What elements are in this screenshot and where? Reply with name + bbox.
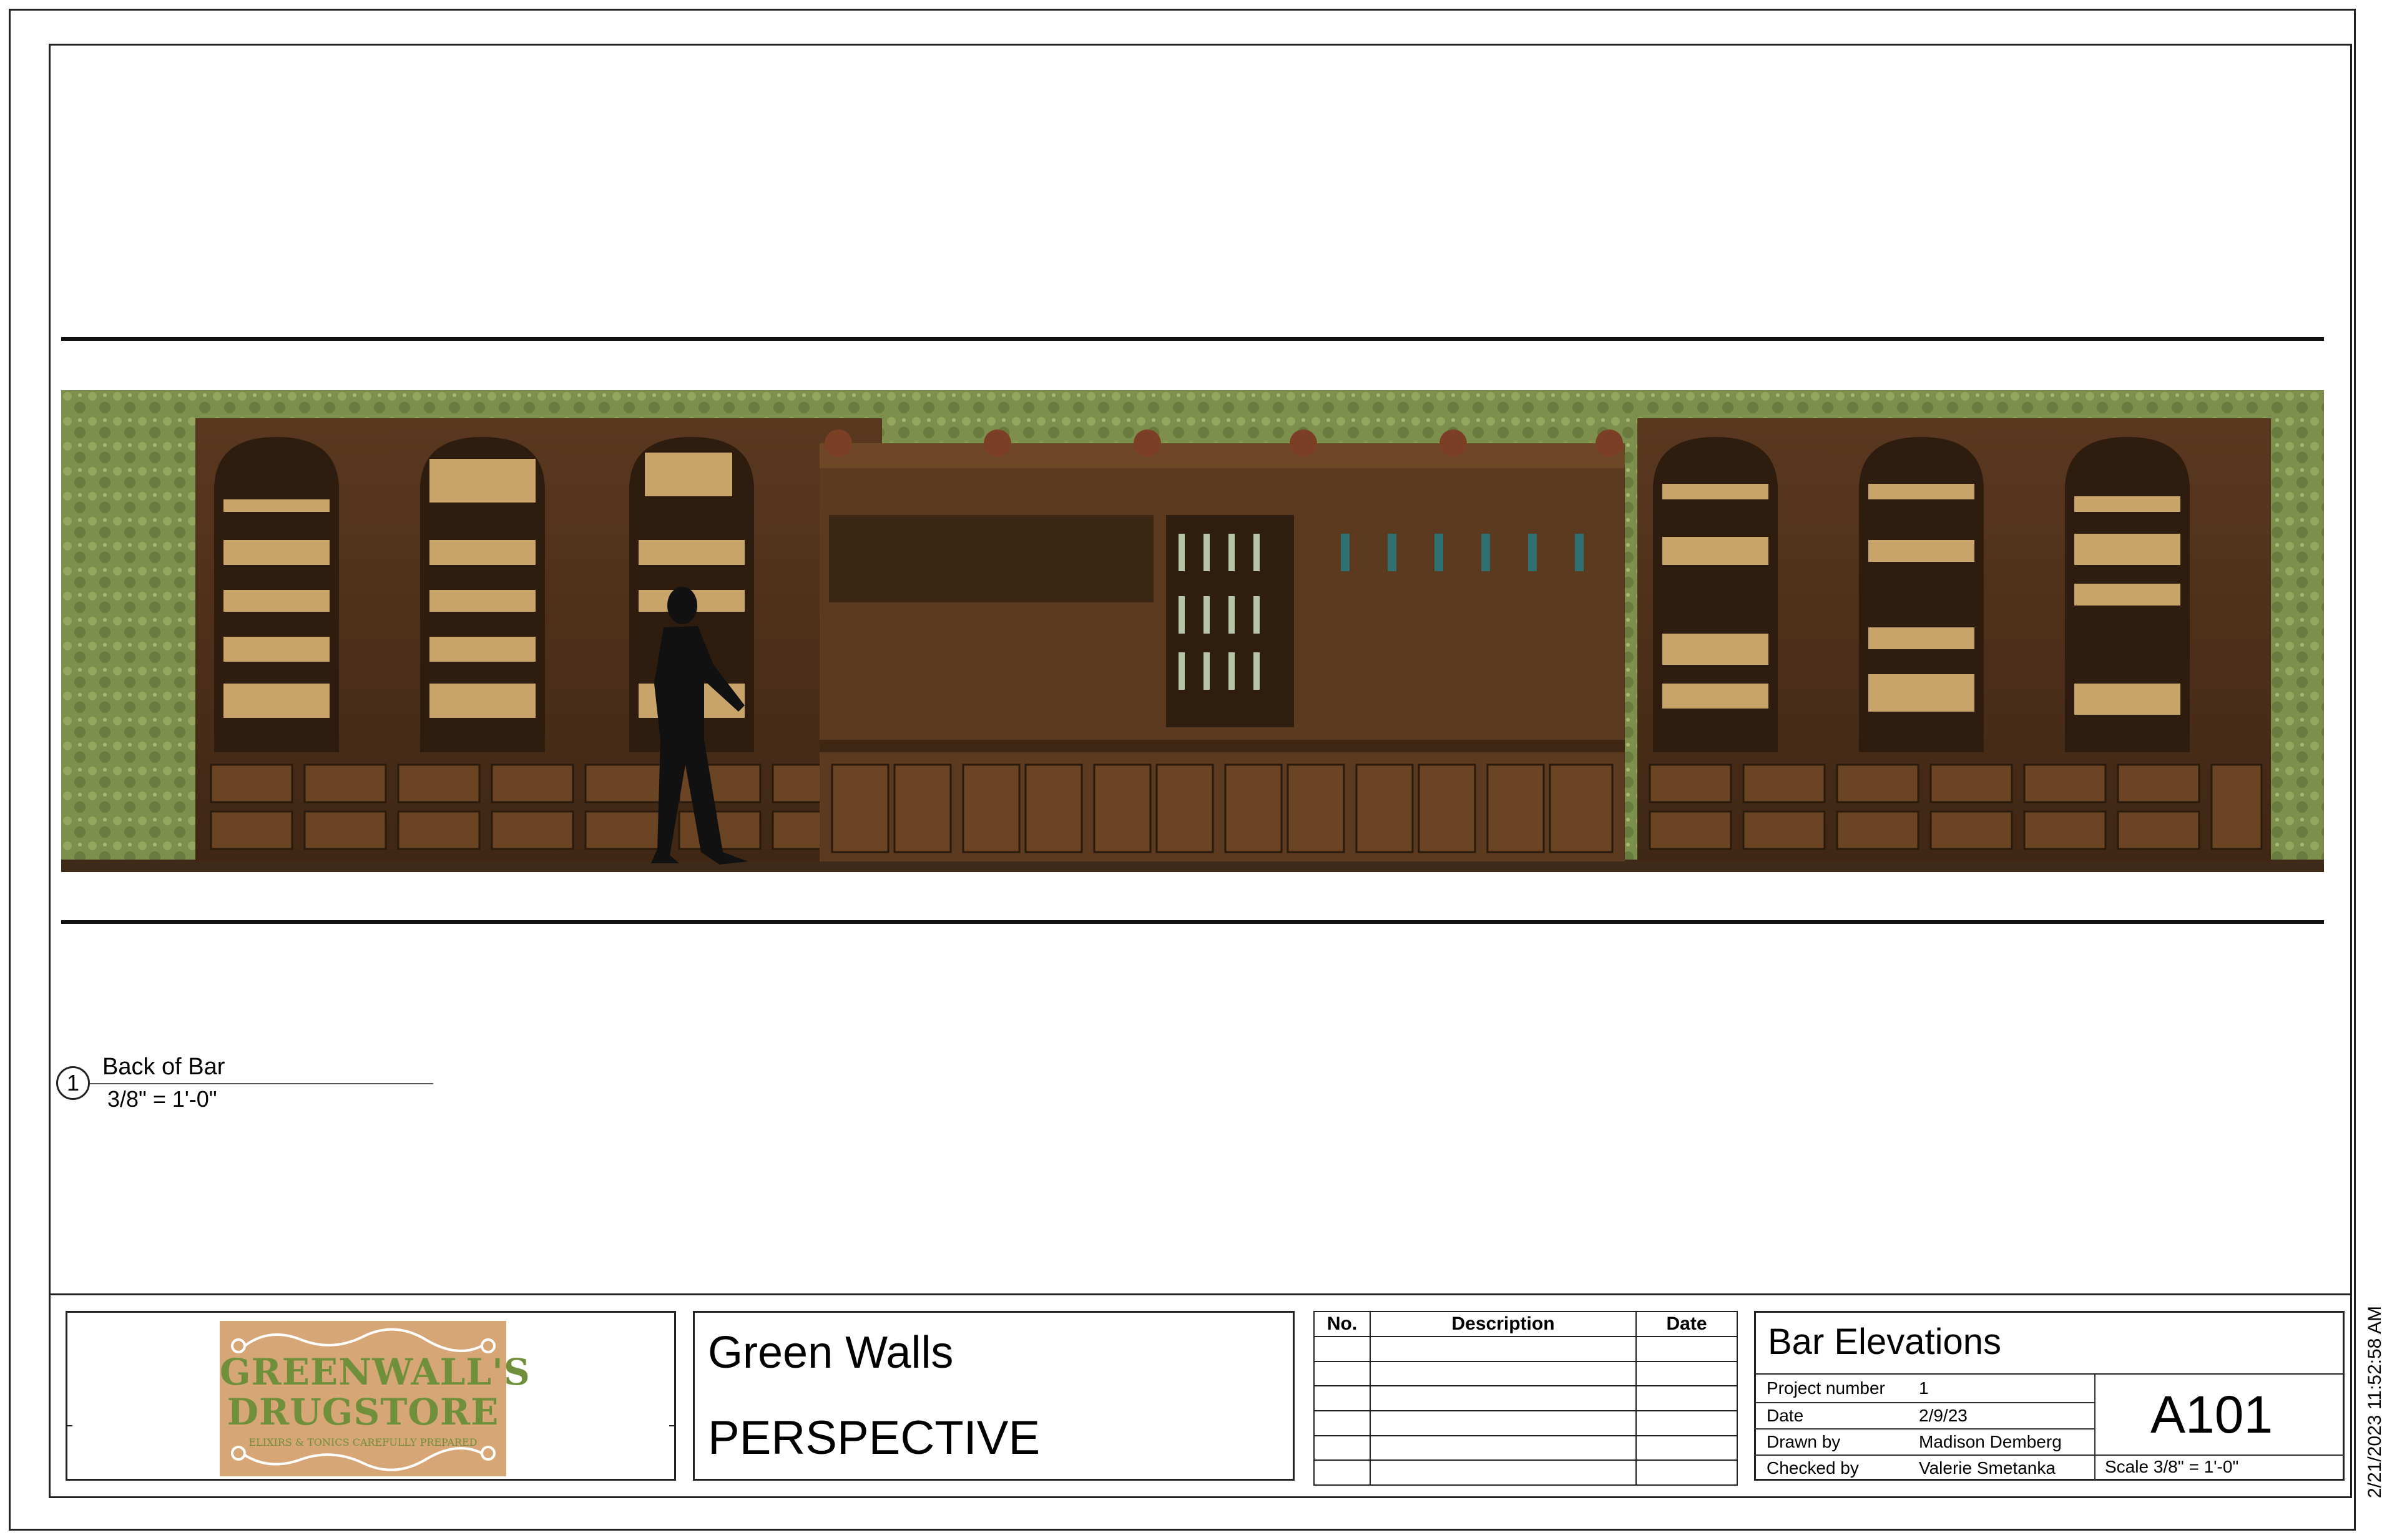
revision-table: No. Description Date — [1313, 1311, 1738, 1486]
project-number-label: Project number — [1767, 1378, 1885, 1398]
callout-number-circle: 1 — [56, 1066, 90, 1100]
table-row — [1313, 1410, 1738, 1436]
project-number-value: 1 — [1919, 1378, 1929, 1398]
sheet-scale: Scale 3/8" = 1'-0" — [2105, 1457, 2239, 1476]
rev-header-description: Description — [1370, 1311, 1637, 1337]
logo-line1: GREENWALL'S — [220, 1351, 531, 1393]
elevation-bottom-rule — [61, 920, 2324, 924]
drawn-by-value: Madison Demberg — [1919, 1432, 2062, 1451]
table-row — [1313, 1360, 1738, 1387]
callout-title: Back of Bar — [102, 1054, 225, 1080]
drawn-by-label: Drawn by — [1767, 1432, 1841, 1451]
rev-header-date: Date — [1635, 1311, 1738, 1337]
table-row — [1313, 1336, 1738, 1362]
sheet-number-divider — [2094, 1375, 2096, 1481]
bar-elevation-svg — [61, 390, 2324, 872]
greenwalls-drugstore-logo: GREENWALL'S DRUGSTORE ELIXIRS & TONICS C… — [220, 1321, 531, 1476]
rev-header-no: No. — [1313, 1311, 1371, 1337]
view-name: PERSPECTIVE — [708, 1411, 1041, 1464]
info-row-divider — [1754, 1428, 2095, 1430]
info-row-divider — [1754, 1454, 2345, 1456]
project-name: Green Walls — [708, 1328, 954, 1378]
sheet-title-divider — [1754, 1373, 2345, 1375]
date-value: 2/9/23 — [1919, 1406, 1968, 1425]
title-block-border — [49, 1293, 2352, 1295]
table-row — [1313, 1435, 1738, 1461]
logo-line2: DRUGSTORE — [227, 1391, 499, 1433]
center-back-bar — [820, 429, 1625, 861]
checked-by-value: Valerie Smetanka — [1919, 1458, 2056, 1478]
sheet-number: A101 — [2150, 1385, 2273, 1444]
table-row — [1313, 1459, 1738, 1486]
table-row — [1313, 1385, 1738, 1411]
logo-tagline: ELIXIRS & TONICS CAREFULLY PREPARED — [248, 1436, 478, 1448]
info-row-divider — [1754, 1402, 2095, 1403]
callout-underline — [90, 1083, 433, 1084]
elevation-top-rule — [61, 337, 2324, 341]
print-timestamp: 2/21/2023 11:52:58 AM — [2365, 1305, 2385, 1498]
bar-elevation-drawing — [61, 390, 2324, 872]
left-apothecary-cabinet — [195, 418, 882, 861]
date-label: Date — [1767, 1406, 1804, 1425]
sheet-title: Bar Elevations — [1768, 1322, 2001, 1362]
callout-scale: 3/8" = 1'-0" — [107, 1086, 217, 1112]
right-apothecary-cabinet — [1637, 418, 2271, 861]
checked-by-label: Checked by — [1767, 1458, 1859, 1478]
